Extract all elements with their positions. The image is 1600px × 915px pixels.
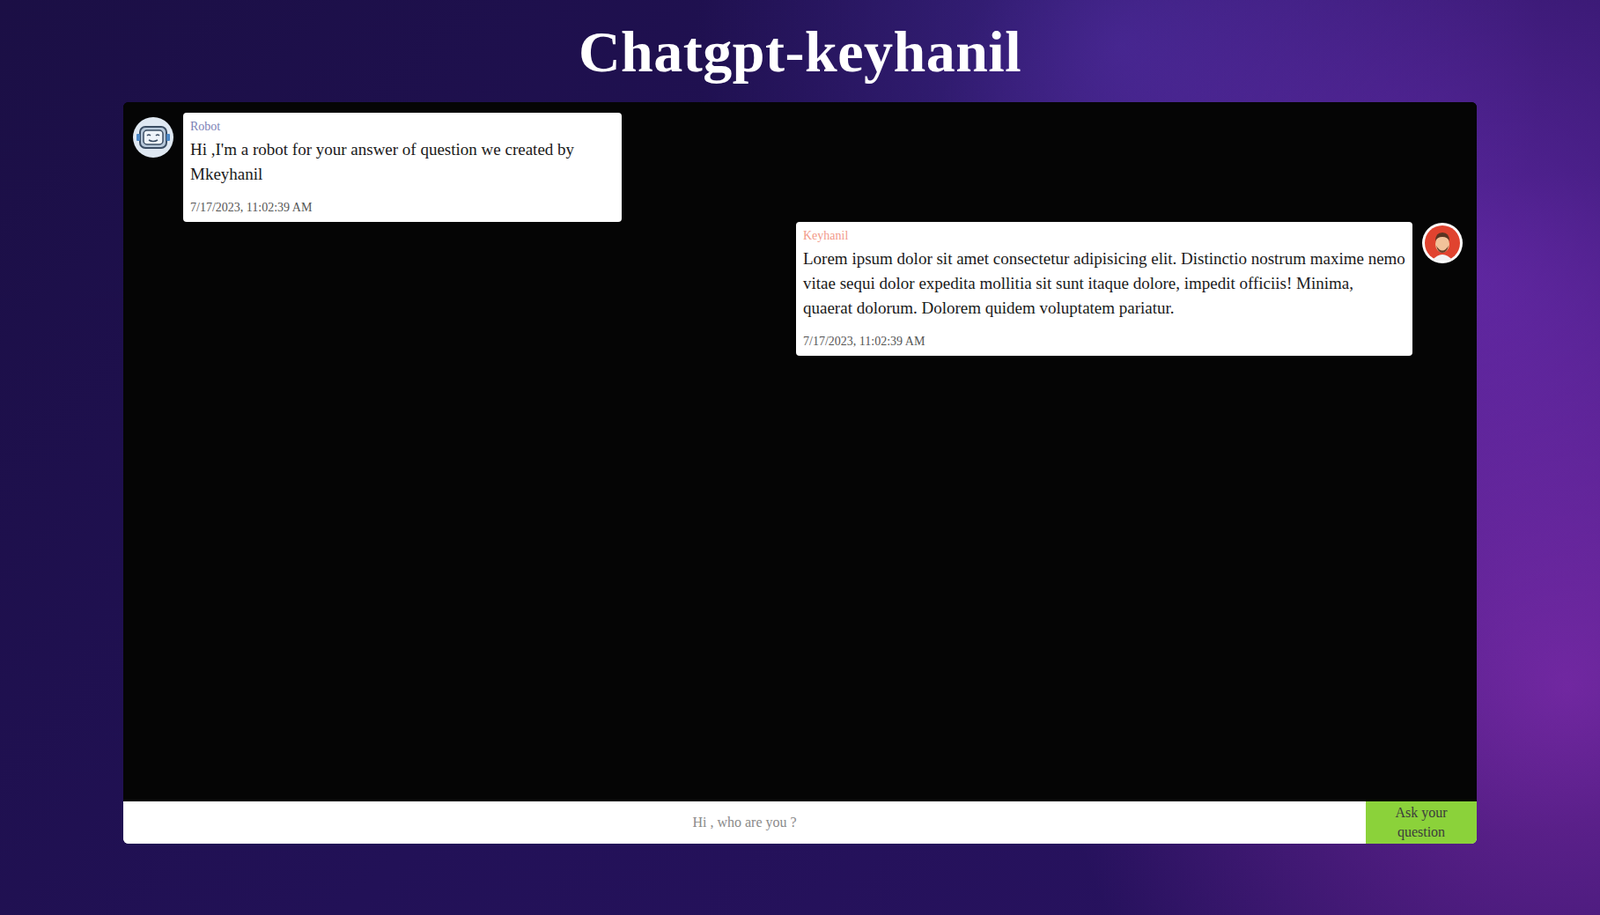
- message-time: 7/17/2023, 11:02:39 AM: [803, 334, 1406, 349]
- message-card: Keyhanil Lorem ipsum dolor sit amet conse…: [796, 221, 1413, 356]
- app-title: Chatgpt-keyhanil: [578, 0, 1022, 103]
- robot-avatar-icon: [132, 116, 175, 159]
- message-text: Lorem ipsum dolor sit amet consectetur a…: [803, 246, 1406, 321]
- message-list: Robot Hi ,I'm a robot for your answer of …: [123, 102, 1477, 802]
- message-time: 7/17/2023, 11:02:39 AM: [190, 200, 615, 215]
- ask-button[interactable]: Ask your question: [1365, 801, 1477, 844]
- message-row: Robot Hi ,I'm a robot for your answer of …: [132, 112, 1464, 222]
- input-bar: Ask your question: [123, 801, 1477, 844]
- chat-panel: Robot Hi ,I'm a robot for your answer of …: [123, 102, 1477, 844]
- page: Chatgpt-keyhanil Robot Hi ,I'm a robot for…: [0, 0, 1600, 915]
- message-sender: Keyhanil: [803, 228, 1406, 244]
- message-card: Robot Hi ,I'm a robot for your answer of …: [183, 112, 622, 222]
- message-row: Keyhanil Lorem ipsum dolor sit amet conse…: [132, 221, 1464, 356]
- message-text: Hi ,I'm a robot for your answer of quest…: [190, 137, 615, 187]
- user-avatar-icon: [1421, 221, 1464, 265]
- message-sender: Robot: [190, 119, 615, 134]
- question-input[interactable]: [123, 801, 1366, 844]
